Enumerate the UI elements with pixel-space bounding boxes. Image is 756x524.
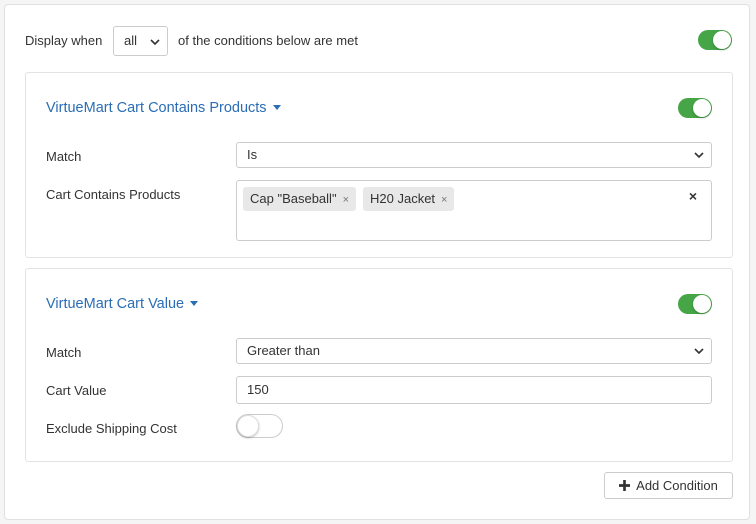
match-select-value: Is [247,147,258,162]
plus-icon [619,480,631,491]
match-select[interactable]: Is [236,142,712,168]
remove-chip-icon[interactable]: × [441,194,447,206]
display-when-label: Display when [25,33,103,48]
toggle-knob [693,295,711,313]
cart-value-input[interactable]: 150 [236,376,712,404]
match-label: Match [46,345,82,360]
cart-products-label: Cart Contains Products [46,187,181,202]
caret-down-icon [190,300,199,306]
chevron-down-icon [694,152,704,159]
global-enable-toggle[interactable] [698,30,732,50]
product-chip-label: Cap "Baseball" [250,191,337,206]
chevron-down-icon [150,39,160,46]
condition-enable-toggle[interactable] [678,98,712,118]
clear-selection-icon[interactable]: × [689,188,697,204]
product-chip: Cap "Baseball" × [243,187,356,211]
product-chip: H20 Jacket × [363,187,455,211]
exclude-shipping-toggle[interactable] [236,414,283,438]
match-label: Match [46,149,82,164]
product-chip-label: H20 Jacket [370,191,436,206]
toggle-knob [693,99,711,117]
cart-value-label: Cart Value [46,383,107,398]
match-all-select[interactable]: all [113,26,168,56]
condition-title-cart-value[interactable]: VirtueMart Cart Value [46,296,199,312]
remove-chip-icon[interactable]: × [343,194,349,206]
condition-card-cart-value: VirtueMart Cart Value Match Greater than… [25,268,733,462]
toggle-knob [237,415,259,437]
condition-card-cart-products: VirtueMart Cart Contains Products Match … [25,72,733,258]
condition-title-cart-products[interactable]: VirtueMart Cart Contains Products [46,100,281,116]
toggle-knob [713,31,731,49]
match-all-select-value: all [124,33,138,48]
products-multiselect[interactable]: Cap "Baseball" × H20 Jacket × × [236,180,712,241]
conditions-suffix-label: of the conditions below are met [178,33,358,48]
caret-down-icon [272,104,281,110]
exclude-shipping-label: Exclude Shipping Cost [46,421,177,436]
add-condition-label: Add Condition [636,478,718,493]
match-select-value: Greater than [247,343,320,358]
match-select[interactable]: Greater than [236,338,712,364]
chevron-down-icon [694,348,704,355]
add-condition-button[interactable]: Add Condition [604,472,733,499]
conditions-panel: Display when all of the conditions below… [4,4,750,520]
condition-enable-toggle[interactable] [678,294,712,314]
